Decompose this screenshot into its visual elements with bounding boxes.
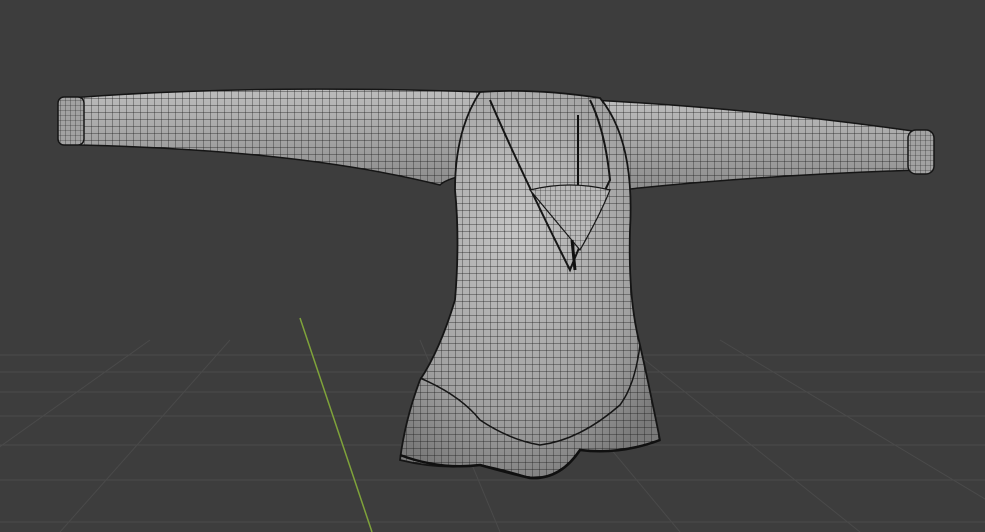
viewport-canvas xyxy=(0,88,985,532)
3d-viewport[interactable] xyxy=(0,0,985,532)
y-axis-line xyxy=(299,317,373,532)
garment-mesh[interactable] xyxy=(57,88,935,480)
